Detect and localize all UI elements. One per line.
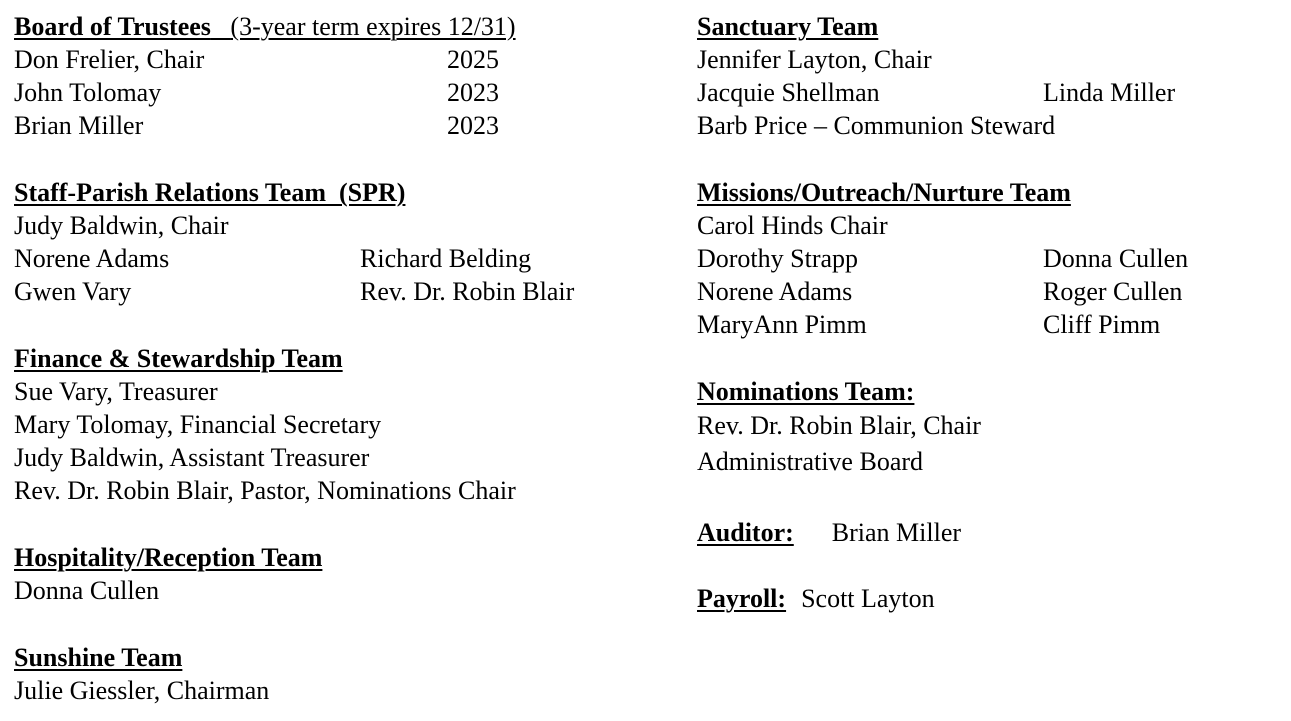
finance-member: Sue Vary, Treasurer xyxy=(14,377,218,406)
payroll-label: Payroll: xyxy=(697,584,787,613)
missions-chair: Carol Hinds Chair xyxy=(697,211,888,240)
auditor-label: Auditor: xyxy=(697,518,794,547)
spr-member: Rev. Dr. Robin Blair xyxy=(360,277,575,306)
payroll-name: Scott Layton xyxy=(801,584,935,613)
missions-row: Norene Adams Roger Cullen xyxy=(697,275,1287,308)
spr-member: Richard Belding xyxy=(360,244,532,273)
trustee-term-year: 2023 xyxy=(447,78,499,107)
left-column: Board of Trustees (3-year term expires 1… xyxy=(14,10,674,707)
sanctuary-steward: Barb Price – Communion Steward xyxy=(697,111,1056,140)
trustee-name: Brian Miller xyxy=(14,111,144,140)
trustees-heading: Board of Trustees xyxy=(14,12,211,41)
missions-member: Dorothy Strapp xyxy=(697,244,859,273)
trustee-name: John Tolomay xyxy=(14,78,162,107)
sunshine-heading: Sunshine Team xyxy=(14,643,183,672)
sanctuary-member: Jacquie Shellman xyxy=(697,78,880,107)
finance-member: Mary Tolomay, Financial Secretary xyxy=(14,410,382,439)
finance-member: Rev. Dr. Robin Blair, Pastor, Nomination… xyxy=(14,476,516,505)
trustee-name: Don Frelier, Chair xyxy=(14,45,205,74)
spr-member: Norene Adams xyxy=(14,244,170,273)
trustee-term-year: 2025 xyxy=(447,45,499,74)
missions-member: Donna Cullen xyxy=(1043,244,1189,273)
trustee-row: Don Frelier, Chair 2025 xyxy=(14,43,674,76)
missions-member: Norene Adams xyxy=(697,277,853,306)
sanctuary-heading-line: Sanctuary Team xyxy=(697,10,1287,43)
spr-heading-line: Staff-Parish Relations Team (SPR) xyxy=(14,176,674,209)
trustee-term-year: 2023 xyxy=(447,111,499,140)
trustees-heading-line: Board of Trustees (3-year term expires 1… xyxy=(14,10,674,43)
nominations-member: Administrative Board xyxy=(697,447,924,476)
sunshine-heading-line: Sunshine Team xyxy=(14,641,674,674)
sanctuary-row: Jacquie Shellman Linda Miller xyxy=(697,76,1287,109)
nominations-heading: Nominations Team: xyxy=(697,377,915,406)
spr-row: Gwen Vary Rev. Dr. Robin Blair xyxy=(14,275,674,308)
sunshine-member: Julie Giessler, Chairman xyxy=(14,676,270,705)
hospitality-member: Donna Cullen xyxy=(14,576,160,605)
finance-heading: Finance & Stewardship Team xyxy=(14,344,343,373)
trustees-term-note: (3-year term expires 12/31) xyxy=(230,12,516,41)
spr-member: Gwen Vary xyxy=(14,277,132,306)
auditor-line: Auditor: Brian Miller xyxy=(697,516,1287,549)
auditor-name: Brian Miller xyxy=(831,518,962,547)
finance-heading-line: Finance & Stewardship Team xyxy=(14,342,674,375)
missions-member: Roger Cullen xyxy=(1043,277,1183,306)
nominations-member: Rev. Dr. Robin Blair, Chair xyxy=(697,411,981,440)
trustee-row: John Tolomay 2023 xyxy=(14,76,674,109)
hospitality-heading-line: Hospitality/Reception Team xyxy=(14,541,674,574)
missions-row: Dorothy Strapp Donna Cullen xyxy=(697,242,1287,275)
spr-heading: Staff-Parish Relations Team (SPR) xyxy=(14,178,406,207)
missions-member: MaryAnn Pimm xyxy=(697,310,867,339)
missions-member: Cliff Pimm xyxy=(1043,310,1161,339)
spr-chair: Judy Baldwin, Chair xyxy=(14,211,229,240)
spr-row: Norene Adams Richard Belding xyxy=(14,242,674,275)
right-column: Sanctuary Team Jennifer Layton, Chair Ja… xyxy=(697,10,1287,615)
sanctuary-heading: Sanctuary Team xyxy=(697,12,879,41)
missions-row: MaryAnn Pimm Cliff Pimm xyxy=(697,308,1287,341)
missions-heading-line: Missions/Outreach/Nurture Team xyxy=(697,176,1287,209)
missions-heading: Missions/Outreach/Nurture Team xyxy=(697,178,1071,207)
nominations-heading-line: Nominations Team: xyxy=(697,375,1287,408)
payroll-line: Payroll: Scott Layton xyxy=(697,582,1287,615)
trustee-row: Brian Miller 2023 xyxy=(14,109,674,142)
finance-member: Judy Baldwin, Assistant Treasurer xyxy=(14,443,370,472)
sanctuary-member: Linda Miller xyxy=(1043,78,1176,107)
sanctuary-chair: Jennifer Layton, Chair xyxy=(697,45,932,74)
hospitality-heading: Hospitality/Reception Team xyxy=(14,543,323,572)
